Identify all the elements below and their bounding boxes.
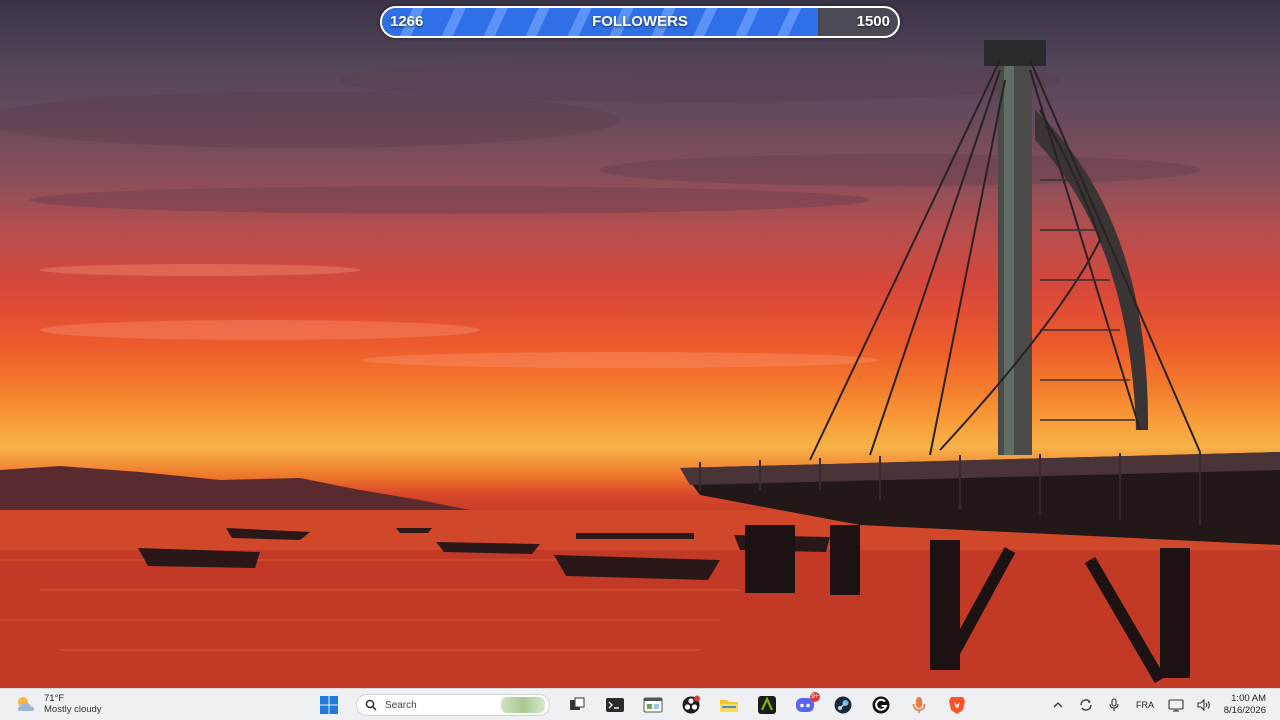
taskbar-app-dev-app[interactable] <box>636 692 670 718</box>
discord-notification-badge: 9+ <box>810 692 820 702</box>
folder-icon <box>720 700 738 712</box>
clock-time: 1:00 AM <box>1231 693 1266 704</box>
taskbar-app-task-view[interactable] <box>560 692 594 718</box>
sync-status-button[interactable] <box>1072 692 1100 718</box>
microphone-icon <box>1109 698 1119 711</box>
input-language-indicator[interactable]: FRA <box>1128 700 1162 710</box>
partly-cloudy-icon <box>18 697 34 711</box>
taskbar-app-brave[interactable] <box>940 692 974 718</box>
weather-condition: Mostly cloudy <box>44 704 102 715</box>
network-button[interactable] <box>1162 692 1190 718</box>
logitech-icon <box>872 696 890 714</box>
followers-goal-count: 1500 <box>856 13 890 30</box>
weather-temperature: 71°F <box>44 693 65 704</box>
desktop-wallpaper <box>0 0 1280 688</box>
obs-icon <box>682 695 700 714</box>
brave-icon <box>949 697 965 714</box>
nvidia-icon <box>758 696 776 714</box>
search-highlight-image <box>501 697 545 713</box>
followers-goal-bar: 1266 FOLLOWERS 1500 <box>380 6 900 38</box>
speaker-icon <box>1197 698 1210 712</box>
network-monitor-icon <box>1168 699 1184 712</box>
chevron-up-icon <box>1053 702 1063 708</box>
search-icon <box>365 699 377 711</box>
task-view-icon <box>570 697 585 710</box>
windows-logo-icon <box>320 696 338 714</box>
steam-icon <box>834 696 852 714</box>
terminal-icon <box>606 698 624 712</box>
sunset-pier-scene <box>0 40 1280 688</box>
taskbar-search[interactable] <box>356 694 550 716</box>
show-hidden-icons-button[interactable] <box>1044 692 1072 718</box>
search-input[interactable] <box>385 699 485 711</box>
system-tray: FRA 1:00 AM 8/16/2026 <box>1044 689 1280 720</box>
clock-button[interactable]: 1:00 AM 8/16/2026 <box>1218 693 1280 717</box>
taskbar-app-terminal[interactable] <box>598 692 632 718</box>
volume-button[interactable] <box>1190 692 1218 718</box>
taskbar-center: 9+ <box>312 692 974 718</box>
taskbar-app-voice[interactable] <box>902 692 936 718</box>
taskbar-app-g-hub[interactable] <box>864 692 898 718</box>
microphone-app-icon <box>912 697 926 713</box>
weather-widget[interactable]: 71°F Mostly cloudy <box>14 693 102 715</box>
followers-label: FOLLOWERS <box>592 13 688 30</box>
taskbar-app-steam[interactable] <box>826 692 860 718</box>
sync-icon <box>1080 699 1092 711</box>
clock-date: 8/16/2026 <box>1223 705 1266 716</box>
window-app-icon <box>643 697 663 713</box>
taskbar-app-file-explorer[interactable] <box>712 692 746 718</box>
taskbar-app-discord[interactable]: 9+ <box>788 692 822 718</box>
taskbar-app-nvidia[interactable] <box>750 692 784 718</box>
taskbar: 71°F Mostly cloudy Search 9+ FRA 1:00 AM… <box>0 688 1280 720</box>
taskbar-app-obs-studio[interactable] <box>674 692 708 718</box>
start-button[interactable] <box>312 692 346 718</box>
microphone-tray-button[interactable] <box>1100 692 1128 718</box>
